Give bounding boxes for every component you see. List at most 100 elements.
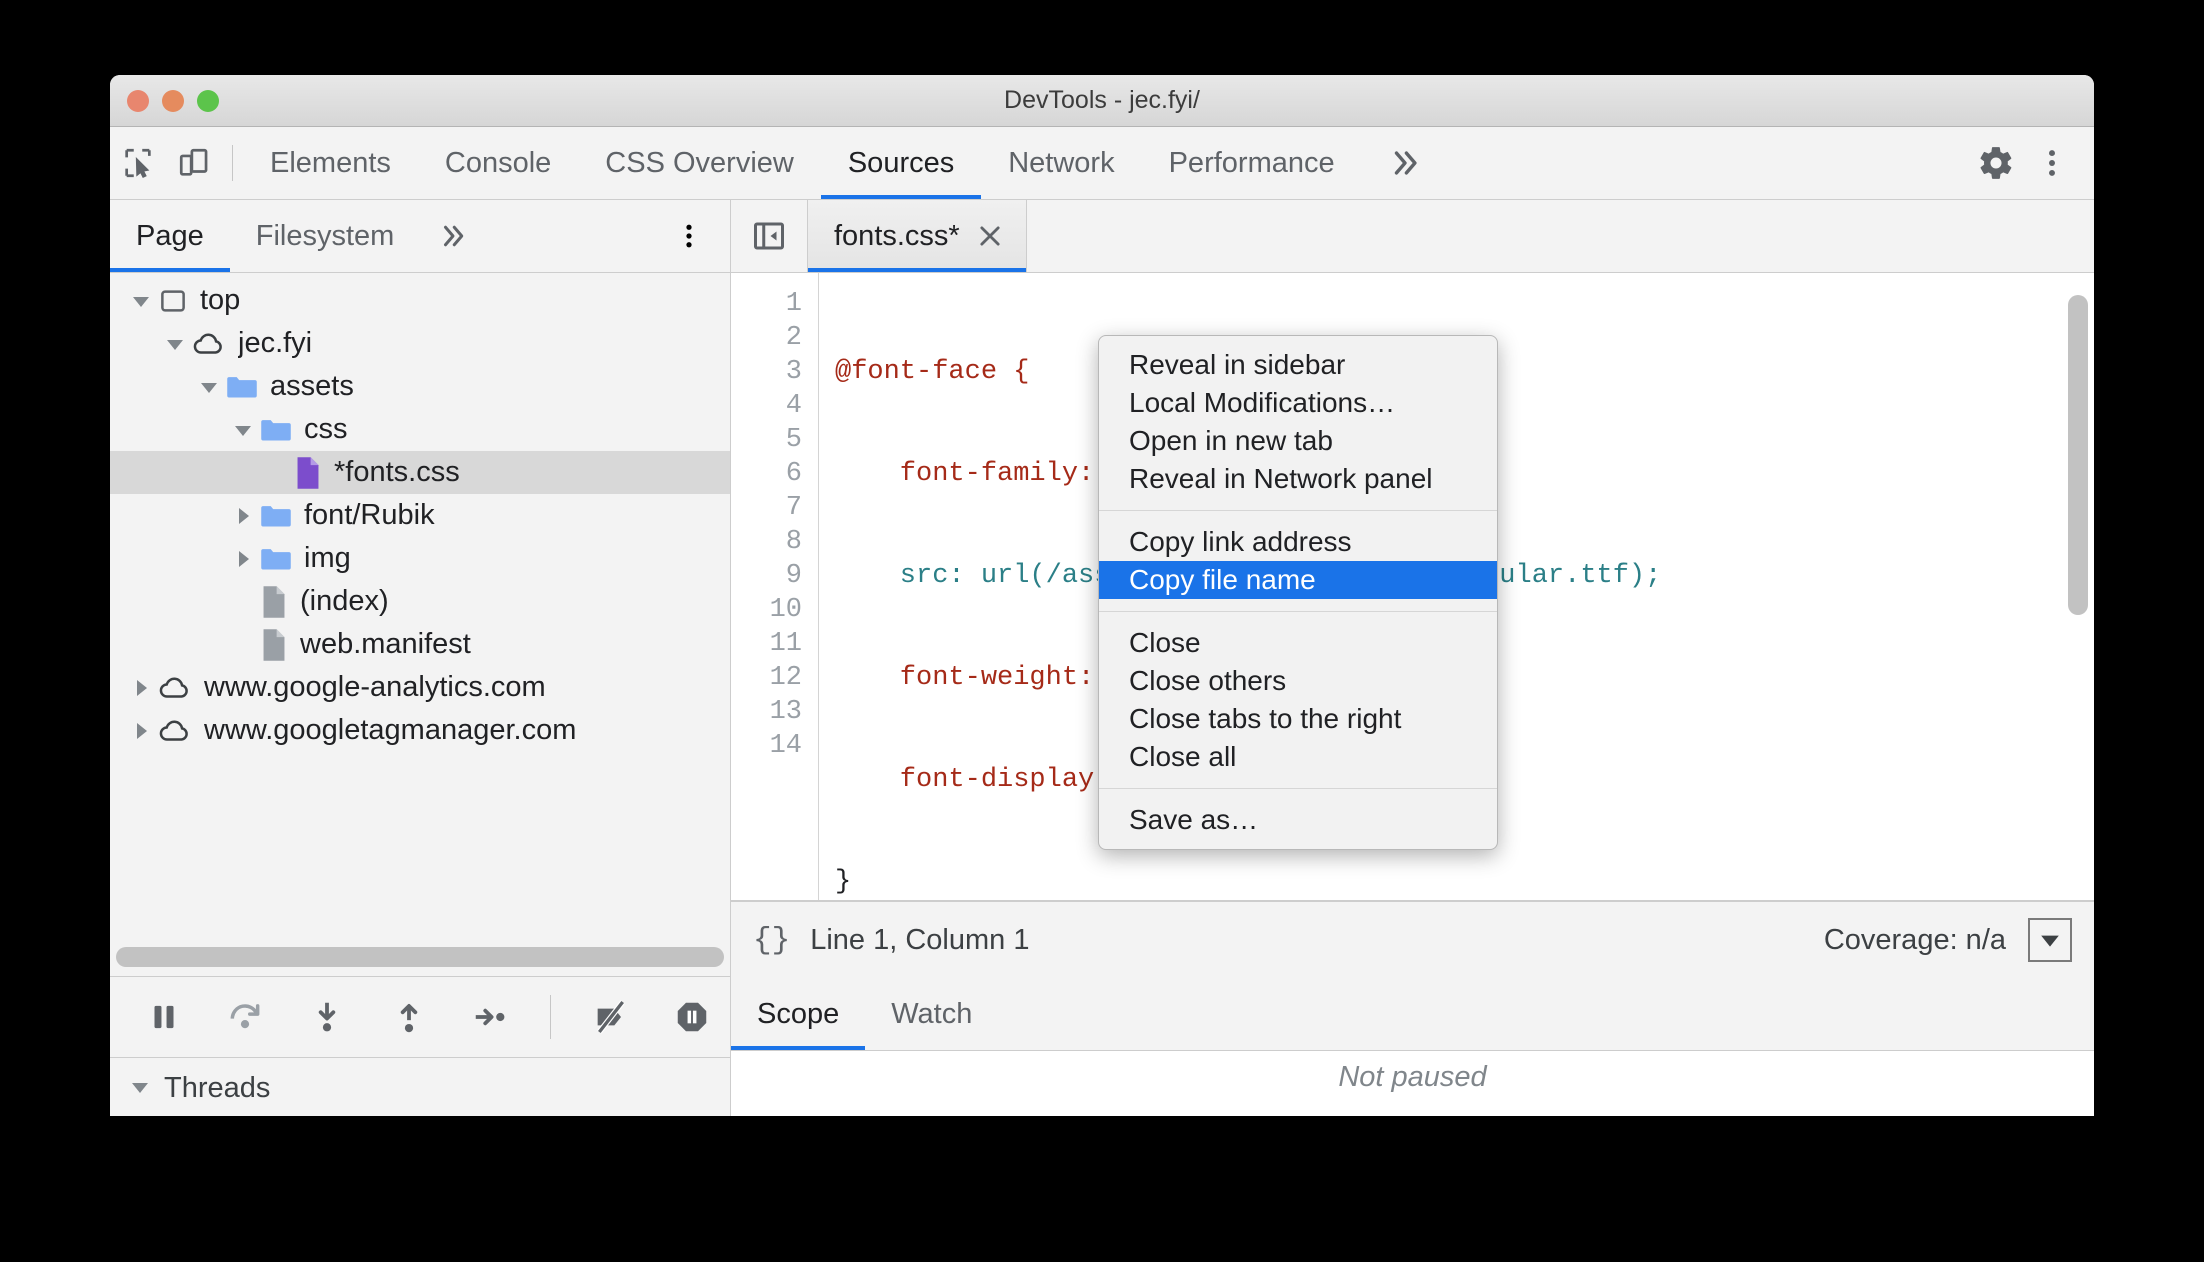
show-navigator-icon[interactable] — [731, 200, 807, 272]
nav-tab-label: Page — [136, 219, 204, 252]
gear-icon[interactable] — [1968, 144, 2024, 182]
line-number: 4 — [785, 391, 802, 421]
tab-label: Watch — [891, 997, 973, 1030]
step-icon[interactable] — [452, 977, 528, 1057]
tree-item-assets[interactable]: assets — [110, 365, 730, 408]
threads-section-header[interactable]: Threads — [110, 1058, 730, 1116]
tree-item-googletagmanager[interactable]: www.googletagmanager.com — [110, 709, 730, 752]
menu-item-save-as[interactable]: Save as… — [1099, 801, 1497, 839]
tree-item-label: font/Rubik — [304, 499, 435, 531]
close-icon[interactable] — [976, 222, 1004, 250]
nav-tab-label: Filesystem — [255, 219, 395, 252]
chevron-down-icon[interactable] — [124, 291, 158, 311]
tree-item-web-manifest[interactable]: web.manifest — [110, 623, 730, 666]
pause-on-exceptions-icon[interactable] — [654, 977, 730, 1057]
cloud-icon — [158, 716, 192, 746]
tree-item-fonts-css[interactable]: *fonts.css — [110, 451, 730, 494]
close-window-button[interactable] — [127, 89, 149, 112]
nav-tab-page[interactable]: Page — [110, 200, 230, 272]
navigator-horizontal-scrollbar[interactable] — [110, 938, 730, 976]
cursor-position: Line 1, Column 1 — [810, 923, 1030, 956]
folder-icon — [260, 417, 292, 443]
menu-item-copy-file-name[interactable]: Copy file name — [1099, 561, 1497, 599]
chevron-right-icon[interactable] — [124, 721, 158, 741]
editor-tab-fonts-css[interactable]: fonts.css* — [807, 200, 1027, 272]
editor-tab-label: fonts.css* — [834, 219, 960, 252]
line-number: 2 — [785, 323, 802, 353]
nav-tab-filesystem[interactable]: Filesystem — [230, 200, 421, 272]
show-drawer-icon[interactable] — [2028, 918, 2072, 962]
editor-tabbar: fonts.css* — [731, 200, 2094, 273]
tree-item-jec-fyi[interactable]: jec.fyi — [110, 322, 730, 365]
tab-watch[interactable]: Watch — [865, 978, 998, 1050]
menu-item-label: Reveal in Network panel — [1129, 463, 1433, 494]
tree-item-img[interactable]: img — [110, 537, 730, 580]
step-into-icon[interactable] — [289, 977, 365, 1057]
menu-item-reveal-in-sidebar[interactable]: Reveal in sidebar — [1099, 346, 1497, 384]
chevron-right-icon[interactable] — [226, 549, 260, 569]
menu-item-label: Reveal in sidebar — [1129, 349, 1346, 380]
more-options-icon[interactable] — [2024, 146, 2080, 180]
tab-performance[interactable]: Performance — [1142, 127, 1362, 199]
tree-item-top[interactable]: top — [110, 279, 730, 322]
doc-icon — [260, 585, 288, 619]
tab-sources[interactable]: Sources — [820, 127, 982, 199]
scrollbar-thumb[interactable] — [2068, 295, 2088, 615]
tree-item-index[interactable]: (index) — [110, 580, 730, 623]
navigator-more-options-icon[interactable] — [648, 200, 730, 272]
device-toolbar-icon[interactable] — [166, 127, 222, 199]
line-number: 13 — [769, 697, 802, 727]
navigator-pane: Page Filesystem top jec.fyi assets css *… — [110, 200, 731, 1116]
devtools-window: DevTools - jec.fyi/ Elements Console CSS… — [110, 75, 2094, 1116]
toolbar-divider — [232, 145, 233, 181]
tree-item-font-rubik[interactable]: font/Rubik — [110, 494, 730, 537]
menu-item-local-modifications[interactable]: Local Modifications… — [1099, 384, 1497, 422]
tab-label: Scope — [757, 997, 840, 1030]
line-number: 10 — [769, 595, 802, 625]
chevron-down-icon[interactable] — [158, 334, 192, 354]
chevron-down-icon[interactable] — [226, 420, 260, 440]
menu-item-close-all[interactable]: Close all — [1099, 738, 1497, 776]
inspect-element-icon[interactable] — [110, 127, 166, 199]
scrollbar-track[interactable] — [116, 947, 724, 967]
tree-item-google-analytics[interactable]: www.google-analytics.com — [110, 666, 730, 709]
chevron-right-icon[interactable] — [124, 678, 158, 698]
deactivate-breakpoints-icon[interactable] — [573, 977, 649, 1057]
minimize-window-button[interactable] — [162, 89, 184, 112]
devtools-main-toolbar: Elements Console CSS Overview Sources Ne… — [110, 127, 2094, 200]
more-panels-chevron-icon[interactable] — [1362, 127, 1448, 199]
chevron-down-icon[interactable] — [130, 1072, 150, 1105]
scrollbar-thumb[interactable] — [116, 947, 724, 967]
maximize-window-button[interactable] — [197, 89, 219, 112]
menu-item-close-others[interactable]: Close others — [1099, 662, 1497, 700]
menu-item-label: Close tabs to the right — [1129, 703, 1402, 734]
tab-css-overview[interactable]: CSS Overview — [578, 127, 821, 199]
step-out-icon[interactable] — [371, 977, 447, 1057]
tab-elements[interactable]: Elements — [243, 127, 418, 199]
menu-item-reveal-in-network-panel[interactable]: Reveal in Network panel — [1099, 460, 1497, 498]
threads-label: Threads — [164, 1071, 271, 1104]
editor-vertical-scrollbar[interactable] — [2068, 283, 2088, 900]
debugger-toolbar-divider — [549, 995, 551, 1039]
more-navigator-tabs-chevron-icon[interactable] — [420, 200, 486, 272]
menu-item-copy-link-address[interactable]: Copy link address — [1099, 523, 1497, 561]
cloud-icon — [158, 673, 192, 703]
tree-item-css[interactable]: css — [110, 408, 730, 451]
tree-item-label: jec.fyi — [238, 327, 313, 359]
screenshot-root: DevTools - jec.fyi/ Elements Console CSS… — [0, 0, 2204, 1262]
menu-item-close[interactable]: Close — [1099, 624, 1497, 662]
chevron-right-icon[interactable] — [226, 506, 260, 526]
step-over-icon[interactable] — [208, 977, 284, 1057]
line-number: 5 — [785, 425, 802, 455]
pretty-print-icon[interactable]: {} — [753, 923, 790, 958]
tab-network[interactable]: Network — [981, 127, 1141, 199]
tree-item-label: web.manifest — [300, 628, 471, 660]
tree-item-label: www.google-analytics.com — [204, 671, 546, 703]
tab-console[interactable]: Console — [418, 127, 578, 199]
pause-script-execution-icon[interactable] — [126, 977, 202, 1057]
menu-item-close-tabs-to-the-right[interactable]: Close tabs to the right — [1099, 700, 1497, 738]
chevron-down-icon[interactable] — [192, 377, 226, 397]
tab-label: Elements — [270, 146, 391, 179]
tab-scope[interactable]: Scope — [731, 978, 866, 1050]
menu-item-open-in-new-tab[interactable]: Open in new tab — [1099, 422, 1497, 460]
